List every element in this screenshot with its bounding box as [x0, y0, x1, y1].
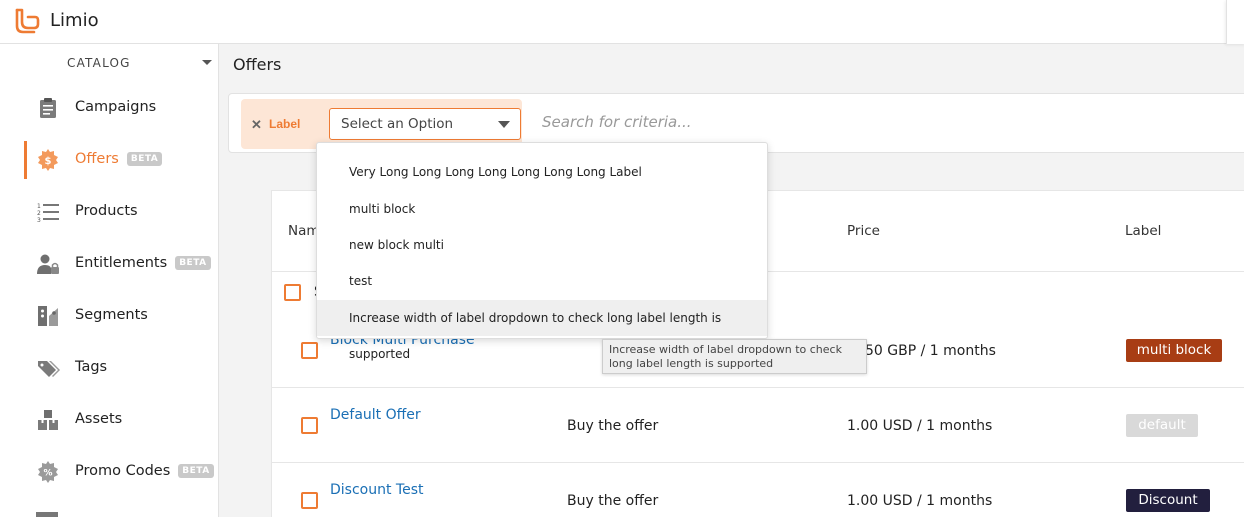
beta-badge: BETA [175, 256, 211, 270]
svg-text:1: 1 [37, 203, 41, 210]
column-header-name[interactable]: Nam [288, 223, 320, 239]
boxes-icon [38, 410, 58, 430]
limio-logo-icon [15, 8, 40, 34]
select-all-checkbox[interactable] [284, 284, 301, 301]
offer-name-link[interactable]: Default Offer [330, 407, 421, 423]
sidebar-item-label: Campaigns [75, 99, 157, 115]
sidebar-item-offers[interactable]: $ Offers BETA [0, 138, 219, 182]
filter-chip-name: Label [269, 117, 301, 131]
offer-description: Buy the offer [567, 418, 659, 434]
svg-text:$: $ [45, 156, 52, 167]
label-options-menu: Very Long Long Long Long Long Long Long … [316, 142, 768, 361]
search-input[interactable]: Search for criteria... [542, 113, 692, 131]
offer-price: 1.00 USD / 1 months [847, 493, 993, 509]
divider [272, 387, 1244, 388]
row-checkbox[interactable] [301, 492, 318, 509]
sidebar-item-assets[interactable]: Assets [0, 398, 219, 442]
option-item[interactable]: Very Long Long Long Long Long Long Long … [317, 154, 767, 190]
sidebar-item-label: Assets [75, 411, 123, 427]
offer-price: 1.00 USD / 1 months [847, 418, 993, 434]
svg-text:%: % [43, 469, 52, 479]
sidebar-next-item-icon [36, 512, 58, 517]
segments-icon [38, 306, 58, 326]
label-badge: Discount [1126, 489, 1210, 512]
sidebar-item-label: Offers BETA [75, 151, 163, 167]
row-checkbox[interactable] [301, 417, 318, 434]
divider [272, 462, 1244, 463]
label-badge: default [1126, 414, 1198, 437]
row-checkbox[interactable] [301, 342, 318, 359]
column-header-price[interactable]: Price [847, 223, 880, 239]
option-item-hovered[interactable]: Increase width of label dropdown to chec… [317, 300, 767, 361]
svg-text:2: 2 [37, 210, 41, 217]
clipboard-icon [40, 98, 56, 118]
user-lock-icon [37, 254, 59, 274]
remove-filter-icon[interactable]: ✕ [251, 117, 262, 133]
dollar-gear-icon: $ [38, 149, 58, 171]
caret-down-icon [498, 121, 510, 128]
beta-badge: BETA [126, 152, 163, 166]
sidebar-item-label: Entitlements BETA [75, 255, 211, 271]
percent-gear-icon: % [38, 461, 58, 483]
page-title: Offers [233, 55, 282, 74]
beta-badge: BETA [178, 464, 214, 478]
numbered-list-icon: 1 2 3 [37, 203, 59, 224]
sidebar-item-label: Tags [75, 359, 108, 375]
option-item[interactable]: test [317, 263, 767, 299]
brand-name: Limio [50, 10, 99, 31]
sidebar-item-label: Promo Codes BETA [75, 463, 214, 479]
sidebar: CATALOG Campaigns $ Offers BETA 1 2 3 Pro… [0, 44, 219, 517]
sidebar-item-tags[interactable]: Tags [0, 346, 219, 390]
sidebar-item-products[interactable]: 1 2 3 Products [0, 190, 219, 234]
option-tooltip: Increase width of label dropdown to chec… [602, 339, 867, 374]
offer-description: Buy the offer [567, 493, 659, 509]
sidebar-item-campaigns[interactable]: Campaigns [0, 86, 219, 130]
offer-name-link[interactable]: Discount Test [330, 482, 423, 498]
tags-icon [38, 361, 60, 377]
sidebar-item-entitlements[interactable]: Entitlements BETA [0, 242, 219, 286]
top-bar: Limio [0, 0, 1244, 44]
topbar-panel-edge[interactable] [1226, 0, 1244, 44]
label-badge: multi block [1126, 339, 1222, 362]
option-item[interactable]: new block multi [317, 227, 767, 263]
sidebar-item-label: Segments [75, 307, 148, 323]
svg-text:3: 3 [37, 217, 41, 224]
catalog-collapse-icon[interactable] [202, 60, 212, 65]
select-value: Select an Option [341, 116, 454, 132]
sidebar-item-label: Products [75, 203, 138, 219]
catalog-section-label: CATALOG [67, 56, 131, 70]
sidebar-item-segments[interactable]: Segments [0, 294, 219, 338]
label-select[interactable]: Select an Option [329, 108, 521, 140]
sidebar-item-promo-codes[interactable]: % Promo Codes BETA [0, 450, 219, 494]
option-item[interactable]: multi block [317, 191, 767, 227]
column-header-label[interactable]: Label [1125, 223, 1161, 239]
offer-price: 50 GBP / 1 months [865, 343, 996, 359]
